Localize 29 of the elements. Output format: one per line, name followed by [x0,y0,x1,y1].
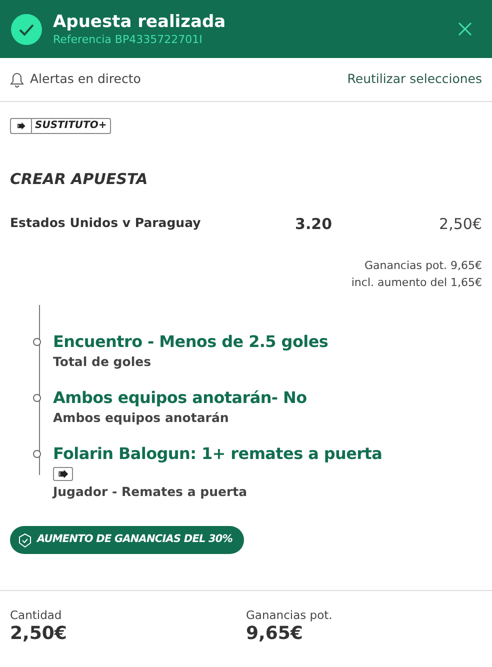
selection-name: Folarin Balogun: 1+ remates a puerta [53,443,384,465]
header-title: Apuesta realizada [53,11,227,33]
market-name: Total de goles [53,353,152,371]
section-title: CREAR APUESTA [9,169,149,190]
footer-label: Cantidad [10,607,63,623]
odds: 3.20 [295,214,334,234]
potential-returns: Ganancias pot. 9,65€ [364,258,482,274]
selection-name: Encuentro - Menos de 2.5 goles [53,331,330,353]
live-alerts-link[interactable]: Alertas en directo [30,70,141,89]
reuse-selections-link[interactable]: Reutilizar selecciones [347,70,482,89]
selection-name: Ambos equipos anotarán- No [53,387,308,409]
boost-note: incl. aumento del 1,65€ [351,275,482,291]
timeline-node-icon [33,338,41,346]
timeline-node-icon [33,450,41,458]
substitute-icon [53,467,73,481]
shield-check-icon [18,532,32,548]
market-name: Ambos equipos anotarán [53,409,230,427]
footer-value: 2,50€ [10,623,68,645]
check-icon [11,14,42,44]
timeline-node-icon [33,394,41,402]
footer-label: Ganancias pot. [246,607,334,623]
market-name: Jugador - Remates a puerta [53,483,248,501]
bet-reference: Referencia BP4335722701I [53,33,204,47]
badge-label: SUSTITUTO+ [34,119,108,133]
bell-icon[interactable] [10,72,24,88]
boost-label: AUMENTO DE GANANCIAS DEL 30% [37,532,232,548]
event-name: Estados Unidos v Paraguay [10,214,202,232]
footer-value: 9,65€ [246,623,304,645]
stake-amount: 2,50€ [439,214,482,234]
